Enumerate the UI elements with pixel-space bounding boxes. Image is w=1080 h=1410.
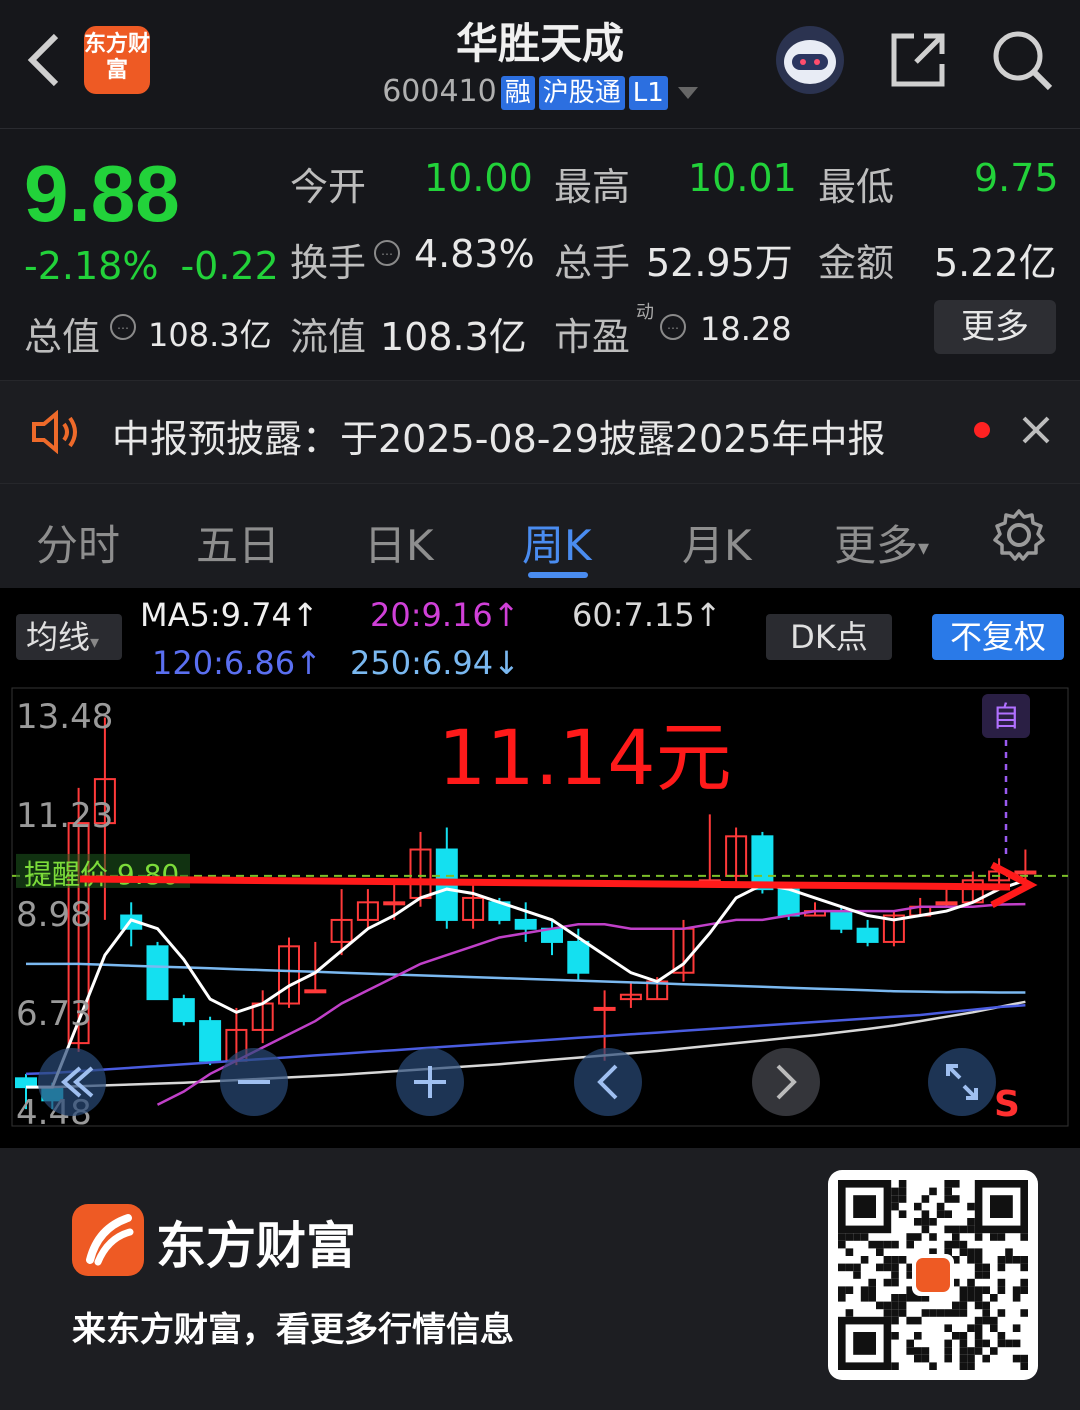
ma5-legend: MA5:9.74↑: [140, 596, 319, 634]
tag-margin: 融: [500, 76, 535, 110]
y-tick-label: 8.98: [16, 895, 92, 935]
low-value: 9.75: [974, 156, 1059, 200]
candle-body: [830, 910, 853, 930]
ma60-line: [26, 962, 1026, 994]
candle-body: [593, 1006, 616, 1011]
amount-label: 金额: [818, 241, 895, 285]
ma-selector-button[interactable]: 均线▾: [16, 614, 122, 660]
weekly-k-chart[interactable]: 13.4811.238.986.734.48 提醒价 9.80 11.14元 自…: [0, 686, 1080, 1148]
speaker-icon: [32, 410, 77, 454]
tab-daily-k[interactable]: 日K: [364, 512, 434, 573]
y-tick-label: 13.48: [16, 697, 113, 737]
stock-code: 600410: [382, 74, 497, 109]
change-percent: -2.18%: [24, 244, 159, 288]
footer-slogan: 来东方财富，看更多行情信息: [72, 1310, 514, 1350]
candle-body: [777, 888, 800, 917]
price-change: -2.18% -0.22: [24, 244, 301, 288]
assistant-robot-icon[interactable]: [776, 26, 844, 94]
adjust-mode-button[interactable]: 不复权: [932, 614, 1064, 660]
zoom-in-button[interactable]: [396, 1048, 464, 1116]
pe-dynamic-mark: 动: [636, 302, 654, 323]
tab-intraday[interactable]: 分时: [36, 512, 120, 573]
sell-marker: S: [994, 1084, 1020, 1125]
ma20-legend: 20:9.16↑: [370, 596, 520, 634]
candle-body: [751, 835, 774, 891]
alert-price-label: 提醒价 9.80: [24, 858, 179, 891]
candle-body: [172, 998, 195, 1023]
more-quote-button[interactable]: 更多: [934, 300, 1056, 354]
self-marker: 自: [992, 700, 1020, 733]
volume-value: 52.95万: [646, 241, 793, 285]
candle-body: [514, 918, 537, 930]
ma-selector-label: 均线: [26, 618, 91, 656]
tab-weekly-k[interactable]: 周K: [522, 512, 592, 573]
candle-body: [1014, 870, 1037, 875]
tab-more-label: 更多: [834, 521, 919, 570]
pe-value: 18.28: [700, 310, 792, 348]
rewind-button[interactable]: [38, 1048, 106, 1116]
qr-code: [828, 1170, 1038, 1380]
dk-point-button[interactable]: DK点: [766, 614, 892, 660]
unread-dot: [974, 422, 990, 438]
pe-label: 市盈: [554, 315, 631, 359]
next-button[interactable]: [752, 1048, 820, 1116]
open-value: 10.00: [424, 156, 533, 200]
info-icon[interactable]: ⋯: [110, 314, 136, 340]
annotation-label: 11.14元: [438, 713, 732, 802]
low-label: 最低: [818, 165, 895, 209]
prev-button[interactable]: [574, 1048, 642, 1116]
mktcap-value: 108.3亿: [148, 316, 272, 354]
fullscreen-button[interactable]: [928, 1048, 996, 1116]
turnover-label: 换手: [290, 241, 367, 285]
ma60-legend: 60:7.15↑: [572, 596, 722, 634]
info-icon[interactable]: ⋯: [660, 314, 686, 340]
close-icon[interactable]: [1020, 414, 1052, 446]
float-value: 108.3亿: [380, 315, 527, 359]
notice-text[interactable]: 中报预披露：于2025-08-29披露2025年中报: [112, 408, 886, 463]
candle-body: [383, 901, 406, 906]
ma120-legend: 120:6.86↑: [152, 644, 322, 682]
last-price: 9.88: [24, 149, 180, 238]
open-label: 今开: [290, 165, 367, 209]
candle-body: [304, 989, 327, 994]
annotation-arrow-line: [79, 875, 1011, 891]
active-tab-indicator: [528, 572, 588, 578]
change-amount: -0.22: [180, 244, 279, 288]
amount-value: 5.22亿: [934, 241, 1057, 285]
turnover-value: 4.83%: [414, 232, 535, 276]
y-tick-label: 11.23: [16, 796, 113, 836]
candle-body: [935, 901, 958, 906]
tag-connect: 沪股通: [538, 76, 625, 110]
y-tick-label: 6.73: [16, 994, 92, 1034]
dropdown-icon: [677, 86, 698, 99]
share-icon[interactable]: [888, 30, 948, 90]
footer-brand: 东方财富: [156, 1217, 356, 1275]
candle-body: [199, 1020, 222, 1062]
dropdown-icon: ▾: [918, 536, 930, 561]
high-label: 最高: [554, 165, 631, 209]
dropdown-icon: ▾: [90, 632, 100, 653]
ma250-legend: 250:6.94↓: [350, 644, 520, 682]
search-icon[interactable]: [990, 28, 1054, 92]
tag-level: L1: [628, 76, 668, 110]
high-value: 10.01: [688, 156, 797, 200]
tab-monthly-k[interactable]: 月K: [682, 512, 752, 573]
zoom-out-button[interactable]: [220, 1048, 288, 1116]
tab-five-day[interactable]: 五日: [196, 512, 280, 573]
candle-body: [146, 945, 169, 1001]
settings-gear-icon[interactable]: [992, 508, 1046, 562]
float-label: 流值: [290, 315, 367, 359]
brand-logo-icon: [72, 1204, 144, 1276]
volume-label: 总手: [554, 241, 631, 285]
candle-body: [567, 940, 590, 974]
mktcap-label: 总值: [24, 315, 101, 359]
candle-body: [856, 927, 879, 943]
tab-more[interactable]: 更多▾: [834, 512, 929, 573]
info-icon[interactable]: ⋯: [374, 240, 400, 266]
